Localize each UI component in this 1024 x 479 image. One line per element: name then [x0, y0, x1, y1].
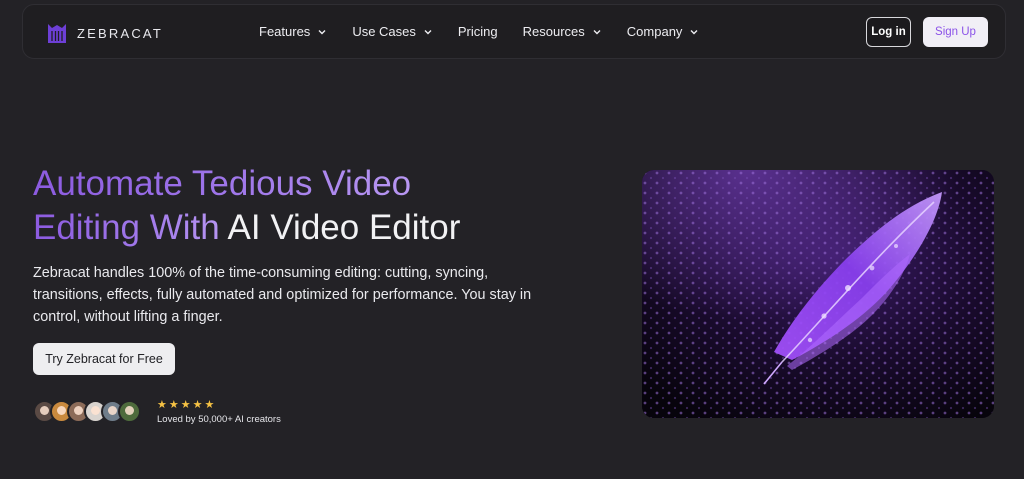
menu-resources[interactable]: Resources [523, 24, 602, 39]
brand-name: ZEBRACAT [77, 25, 163, 41]
menu-company[interactable]: Company [627, 24, 700, 39]
menu-features-label: Features [259, 24, 311, 39]
login-button[interactable]: Log in [866, 17, 911, 47]
chevron-down-icon [318, 29, 326, 34]
menu-pricing-label: Pricing [457, 24, 498, 39]
social-proof-text: Loved by 50,000+ AI creators [157, 414, 281, 425]
signup-button[interactable]: Sign Up [923, 17, 988, 47]
menu-use-cases-label: Use Cases [352, 24, 416, 39]
hero-feather-image [642, 170, 994, 418]
chevron-down-icon [690, 29, 698, 34]
feather-illustration [642, 170, 994, 418]
hero-title-line2-plain: AI Video Editor [227, 208, 461, 247]
avatar [118, 400, 141, 423]
try-free-button[interactable]: Try Zebracat for Free [33, 343, 175, 375]
menu-resources-label: Resources [522, 24, 585, 39]
hero-title-line2-accent: Editing With [33, 208, 228, 247]
zebracat-logo-icon [48, 24, 66, 43]
chevron-down-icon [593, 29, 601, 34]
hero-title-line1: Automate Tedious Video [33, 164, 412, 203]
hero-description: Zebracat handles 100% of the time-consum… [33, 265, 532, 325]
creator-avatars [33, 400, 141, 423]
menu-features[interactable]: Features [259, 24, 327, 39]
menu-pricing[interactable]: Pricing [458, 24, 498, 39]
rating-stars: ★★★★★ [157, 399, 217, 411]
brand-logo[interactable]: ZEBRACAT [47, 21, 163, 45]
hero-title: Automate Tedious Video Editing With AI V… [33, 162, 593, 250]
chevron-down-icon [424, 29, 432, 34]
menu-use-cases[interactable]: Use Cases [352, 24, 433, 39]
top-navbar: ZEBRACAT Features Use Cases Pricing Reso… [22, 4, 1006, 59]
menu-company-label: Company [626, 24, 683, 39]
main-menu: Features Use Cases Pricing Resources Com… [259, 24, 724, 39]
